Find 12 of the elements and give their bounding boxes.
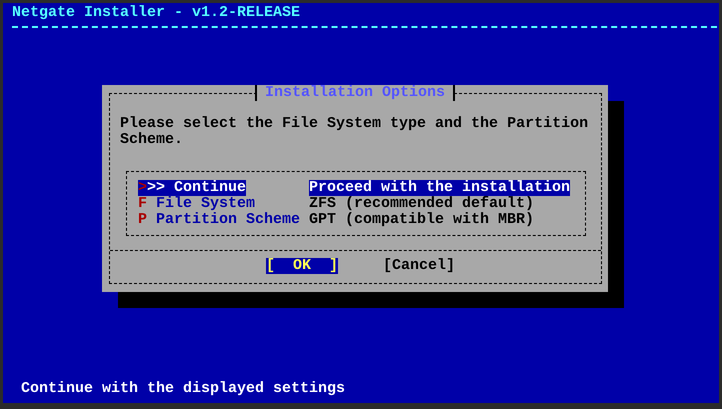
menu-item[interactable]: F File System — [138, 196, 256, 212]
menu-item[interactable]: >>> Continue — [138, 180, 246, 196]
item-description: GPT (compatible with MBR) — [309, 212, 534, 228]
prompt-text: Please select the File System type and the Partition Scheme. — [120, 116, 589, 148]
dialog-title: Installation Options — [254, 85, 456, 101]
ok-button[interactable]: [ OK ] — [266, 258, 338, 274]
menu-item[interactable]: P Partition Scheme — [138, 212, 300, 228]
status-text: Continue with the displayed settings — [20, 381, 346, 399]
window-title: Netgate Installer - v1.2-RELEASE — [11, 5, 300, 21]
cancel-button[interactable]: [Cancel] — [383, 258, 456, 274]
item-description: Proceed with the installation — [309, 180, 570, 196]
item-description: ZFS (recommended default) — [309, 196, 534, 212]
